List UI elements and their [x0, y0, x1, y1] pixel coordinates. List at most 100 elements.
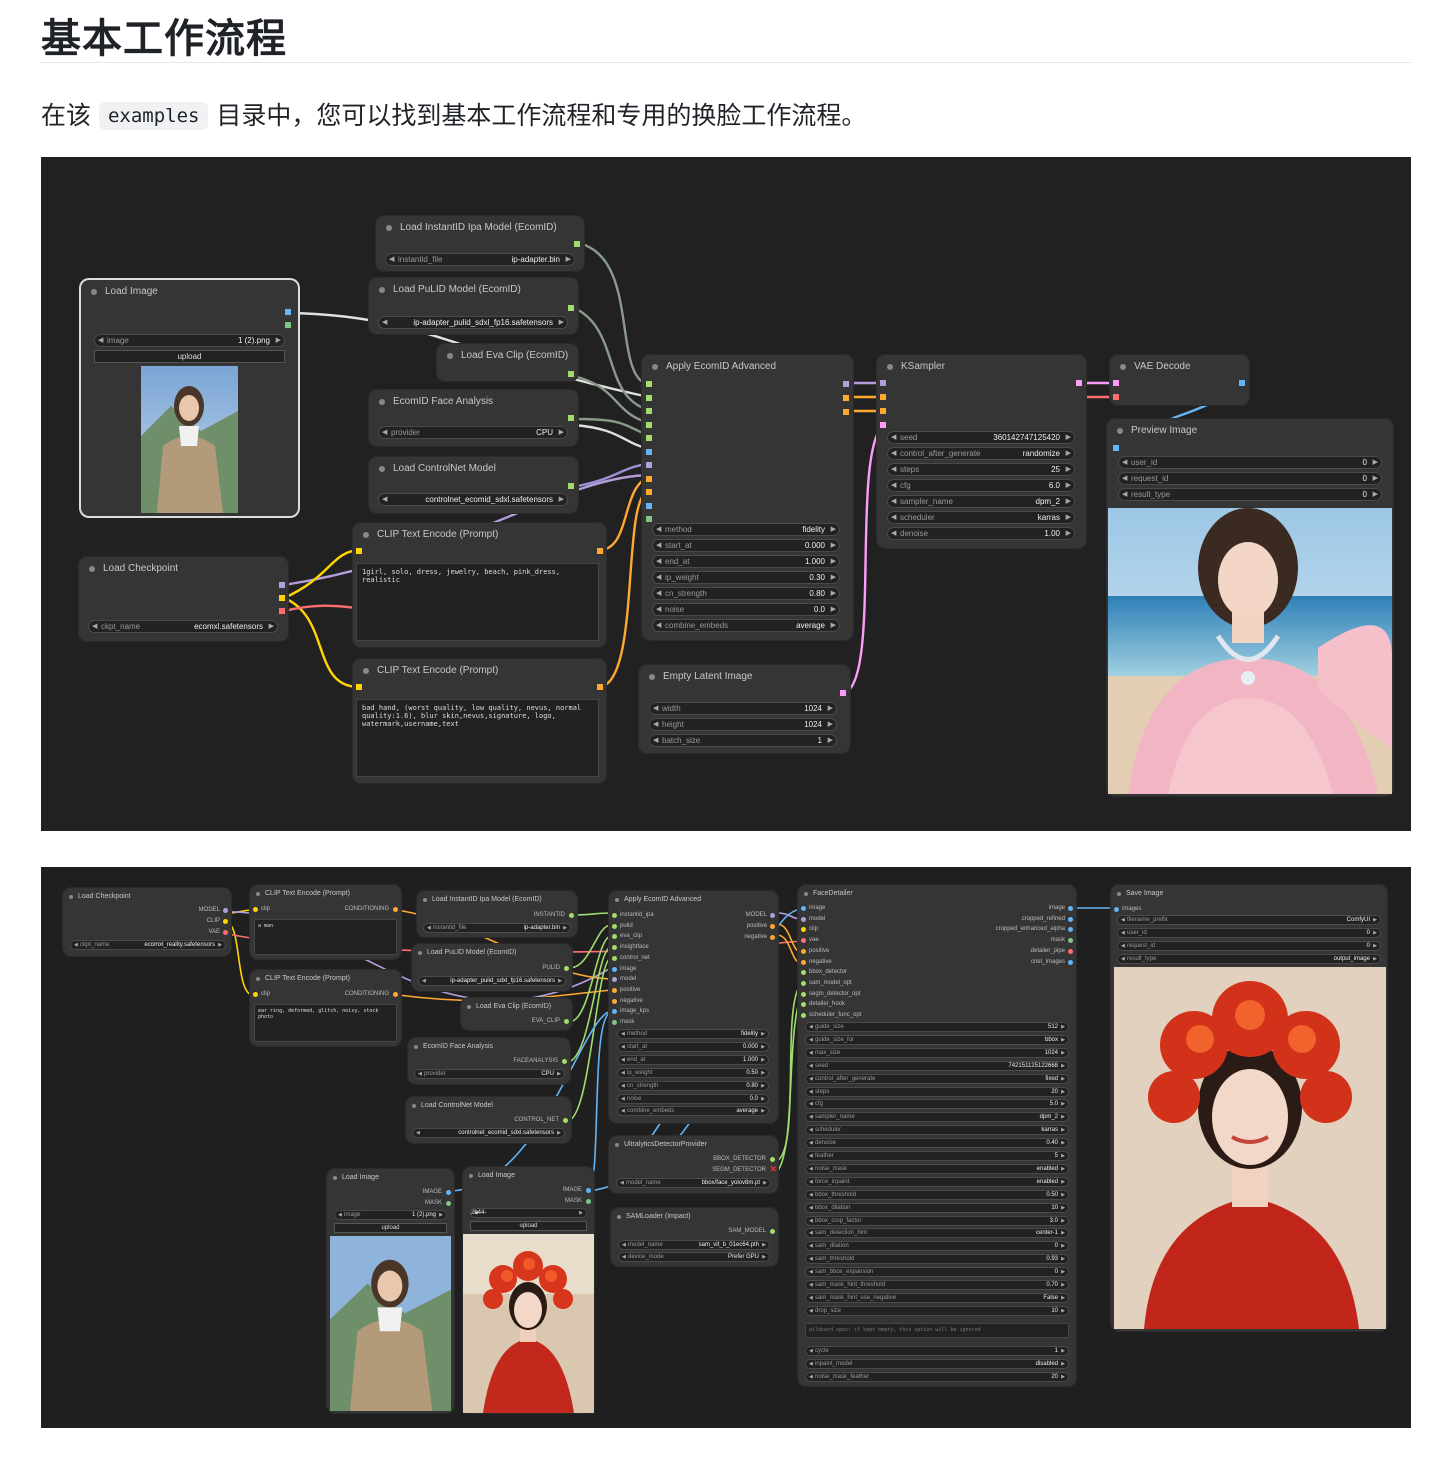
positive-output-port[interactable]	[843, 395, 849, 401]
apply-input-port-10[interactable]	[646, 502, 652, 509]
pulid-port-dot[interactable]	[612, 923, 617, 929]
widget-end-at[interactable]: end_at 1.000	[652, 555, 840, 568]
widget-height[interactable]: height 1024	[649, 718, 837, 731]
sam-model-output-dot[interactable]	[770, 1229, 775, 1234]
scheduler-func-opt-port-dot[interactable]	[801, 1013, 806, 1018]
load-controlnet-node[interactable]: Load ControlNet Model CONTROL_NET contro…	[406, 1097, 571, 1143]
provider-selector[interactable]: provider CPU	[378, 426, 568, 439]
image-port-dot[interactable]	[801, 906, 806, 911]
widget-batch-size[interactable]: batch_size 1	[649, 734, 837, 747]
widget-noise-mask-feather[interactable]: noise_mask_feather 20	[805, 1371, 1069, 1382]
widget-combine-embeds[interactable]: combine_embeds average	[652, 619, 840, 632]
apply-input-port-3[interactable]	[646, 408, 652, 414]
instantid-output-dot[interactable]	[569, 913, 574, 918]
clip-port-dot[interactable]	[801, 927, 806, 933]
load-eva-clip-node[interactable]: Load Eva Clip (EcomID)	[437, 344, 578, 381]
widget-scheduler[interactable]: scheduler karras	[805, 1125, 1069, 1136]
widget-method[interactable]: method fidelity	[652, 523, 840, 536]
apply-input-port-8[interactable]	[646, 475, 652, 482]
negative-port-dot[interactable]	[770, 935, 775, 940]
widget-sam-mask-hint-use-negative[interactable]: sam_mask_hint_use_negative False	[805, 1292, 1069, 1303]
widget-guide-size-for[interactable]: guide_size_for bbox	[805, 1034, 1069, 1045]
image-output-dot[interactable]	[586, 1188, 591, 1193]
instantid-output-port[interactable]	[574, 241, 580, 247]
model-output-port[interactable]	[843, 381, 849, 387]
segm-detector-opt-port-dot[interactable]	[801, 991, 806, 997]
widget-start-at[interactable]: start_at 0.000	[652, 539, 840, 552]
widget-ip-weight[interactable]: ip_weight 0.30	[652, 571, 840, 584]
faceanalysis-output-dot[interactable]	[562, 1059, 567, 1064]
controlnet-output-port[interactable]	[568, 483, 574, 489]
apply-input-port-1[interactable]	[646, 381, 652, 387]
workflow-basic-canvas[interactable]: Load Image image 1 (2).png upload Load In…	[41, 157, 1411, 831]
images-input-port[interactable]	[1113, 445, 1119, 451]
load-controlnet-node[interactable]: Load ControlNet Model controlnet_ecomid_…	[369, 457, 578, 513]
negative-prompt-textarea[interactable]: ear ring, deformed, glitch, noisy, stock…	[254, 1004, 397, 1042]
widget-bbox-crop-factor[interactable]: bbox_crop_factor 3.0	[805, 1215, 1069, 1226]
widget-scheduler[interactable]: scheduler karras	[887, 511, 1075, 524]
image-output-dot[interactable]	[446, 1190, 451, 1195]
widget-filename-prefix[interactable]: filename_prefix ComfyUI	[1117, 915, 1381, 925]
positive-input-port[interactable]	[880, 394, 886, 400]
vae-decode-node[interactable]: VAE Decode	[1110, 355, 1249, 405]
positive-port-dot[interactable]	[770, 924, 775, 929]
cropped-enhanced-alpha-port-dot[interactable]	[1068, 927, 1073, 933]
apply-input-port-5[interactable]	[646, 435, 652, 441]
ksampler-node[interactable]: KSampler seed 360142747125420 control_afte…	[877, 355, 1086, 548]
load-pulid-node[interactable]: Load PuLID Model (EcomID) PULID ip-adapt…	[412, 944, 572, 991]
cnet-images-port-dot[interactable]	[1068, 959, 1073, 965]
load-image-a-node[interactable]: Load Image IMAGE MASK image 1 (2).png upl…	[327, 1169, 454, 1413]
mask-output-port[interactable]	[285, 322, 291, 328]
image-port-dot[interactable]	[612, 966, 617, 972]
model-input-port[interactable]	[880, 380, 886, 386]
widget-sam-dilation[interactable]: sam_dilation 0	[805, 1241, 1069, 1252]
face-analysis-node[interactable]: EcomID Face Analysis provider CPU	[369, 390, 578, 446]
widget-steps[interactable]: steps 20	[805, 1086, 1069, 1097]
image-output-port[interactable]	[285, 309, 291, 315]
widget-control-after-generate[interactable]: control_after_generate randomize	[887, 447, 1075, 460]
widget-end-at[interactable]: end_at 1.000	[617, 1054, 769, 1065]
widget-user-id[interactable]: user_id 0	[1117, 928, 1381, 938]
widget-start-at[interactable]: start_at 0.000	[617, 1041, 769, 1052]
detailer-pipe-port-dot[interactable]	[1068, 948, 1073, 954]
insightface-port-dot[interactable]	[612, 945, 617, 951]
widget-result-type[interactable]: result_type output_image	[1117, 954, 1381, 964]
image-selector[interactable]: 2b44-Comfyui_temp_oeipa_00181_.png	[470, 1208, 587, 1218]
clip-input-dot[interactable]	[253, 907, 258, 912]
widget-request-id[interactable]: request_id 0	[1117, 941, 1381, 951]
conditioning-output-port[interactable]	[597, 548, 603, 554]
latent-output-port[interactable]	[1076, 380, 1082, 386]
widget-cfg[interactable]: cfg 6.0	[887, 479, 1075, 492]
model-name-selector[interactable]: model_name bbox/face_yolov8m.pt	[616, 1178, 771, 1188]
apply-input-port-6[interactable]	[646, 448, 652, 455]
widget-force-inpaint[interactable]: force_inpaint enabled	[805, 1176, 1069, 1187]
ultralytics-detector-node[interactable]: UltralyticsDetectorProvider BBOX_DETECTO…	[609, 1136, 778, 1193]
widget-seed[interactable]: seed 360142747125420	[887, 431, 1075, 444]
mask-port-dot[interactable]	[612, 1020, 617, 1025]
save-image-node[interactable]: Save Image images filename_prefix ComfyUI…	[1111, 885, 1387, 1331]
image-port-dot[interactable]	[1068, 906, 1073, 911]
bbox-detector-port-dot[interactable]	[801, 970, 806, 976]
apply-ecomid-advanced-node[interactable]: Apply EcomID Advanced method fidelity star…	[642, 355, 853, 640]
provider-selector[interactable]: provider CPU	[414, 1069, 565, 1079]
widget-inpaint-model[interactable]: inpaint_model disabled	[805, 1358, 1069, 1369]
model-port-dot[interactable]	[612, 977, 617, 983]
negative-output-port[interactable]	[843, 409, 849, 415]
instantid-file-selector[interactable]: instantid_file ip-adapter.bin	[423, 923, 571, 933]
conditioning-output-dot[interactable]	[393, 907, 398, 912]
apply-input-port-11[interactable]	[646, 516, 652, 522]
widget-sam-mask-hint-threshold[interactable]: sam_mask_hint_threshold 0.70	[805, 1280, 1069, 1290]
load-image-b-node[interactable]: Load Image IMAGE MASK 2b44-Comfyui_temp_…	[463, 1167, 594, 1413]
positive-port-dot[interactable]	[801, 948, 806, 954]
apply-input-port-7[interactable]	[646, 462, 652, 468]
vae-port-dot[interactable]	[801, 938, 806, 944]
image-selector[interactable]: image 1 (2).png	[334, 1210, 447, 1220]
widget-cn-strength[interactable]: cn_strength 0.80	[617, 1080, 769, 1091]
negative-input-port[interactable]	[880, 408, 886, 414]
clip-port-dot[interactable]	[223, 919, 228, 924]
widget-sam-detection-hint[interactable]: sam_detection_hint center-1	[805, 1228, 1069, 1239]
clip-input-port[interactable]	[356, 548, 362, 554]
pulid-file-selector[interactable]: ip-adapter_pulid_sdxl_fp16.safetensors	[418, 976, 566, 986]
negative-port-dot[interactable]	[801, 959, 806, 965]
positive-prompt-textarea[interactable]: a man	[254, 919, 397, 955]
